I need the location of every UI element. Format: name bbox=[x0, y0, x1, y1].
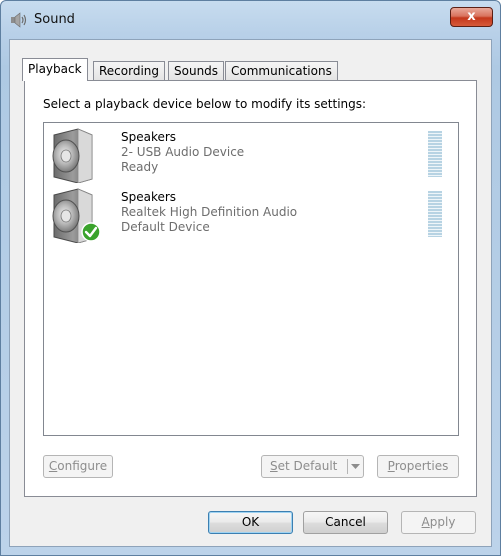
tab-sounds[interactable]: Sounds bbox=[168, 61, 225, 80]
playback-panel: Select a playback device below to modify… bbox=[24, 80, 477, 497]
instruction-text: Select a playback device below to modify… bbox=[43, 97, 367, 111]
list-item[interactable]: Speakers Realtek High Definition Audio D… bbox=[44, 185, 458, 243]
speaker-icon bbox=[52, 188, 100, 243]
sound-dialog: Sound x Playback Recording Sounds Commun… bbox=[0, 0, 501, 556]
level-meter bbox=[428, 131, 442, 177]
list-item[interactable]: Speakers 2- USB Audio Device Ready bbox=[44, 125, 458, 183]
tab-communications[interactable]: Communications bbox=[225, 61, 338, 80]
ok-button[interactable]: OK bbox=[208, 511, 293, 534]
chevron-down-icon[interactable] bbox=[351, 464, 360, 470]
speaker-icon bbox=[11, 12, 27, 28]
window-title: Sound bbox=[34, 12, 75, 27]
speaker-icon bbox=[52, 128, 93, 183]
configure-button[interactable]: Configure bbox=[43, 455, 113, 478]
device-description: 2- USB Audio Device bbox=[121, 145, 245, 159]
device-name: Speakers bbox=[121, 190, 177, 204]
dialog-body: Playback Recording Sounds Communications… bbox=[9, 39, 492, 547]
device-list[interactable]: Speakers 2- USB Audio Device Ready Speak… bbox=[43, 122, 459, 436]
device-status: Ready bbox=[121, 160, 159, 174]
checkmark-icon bbox=[81, 222, 100, 242]
properties-button[interactable]: Properties bbox=[377, 455, 459, 478]
device-name: Speakers bbox=[121, 130, 177, 144]
tab-playback[interactable]: Playback bbox=[22, 58, 88, 81]
level-meter bbox=[428, 191, 442, 237]
close-icon: x bbox=[467, 9, 476, 24]
tab-recording[interactable]: Recording bbox=[93, 61, 166, 80]
device-status: Default Device bbox=[121, 220, 210, 234]
cancel-button[interactable]: Cancel bbox=[303, 511, 388, 534]
device-description: Realtek High Definition Audio bbox=[121, 205, 298, 219]
set-default-button[interactable]: Set Default bbox=[261, 455, 364, 478]
apply-button[interactable]: Apply bbox=[401, 511, 476, 534]
title-bar[interactable]: Sound x bbox=[1, 1, 500, 39]
close-button[interactable]: x bbox=[450, 7, 493, 27]
